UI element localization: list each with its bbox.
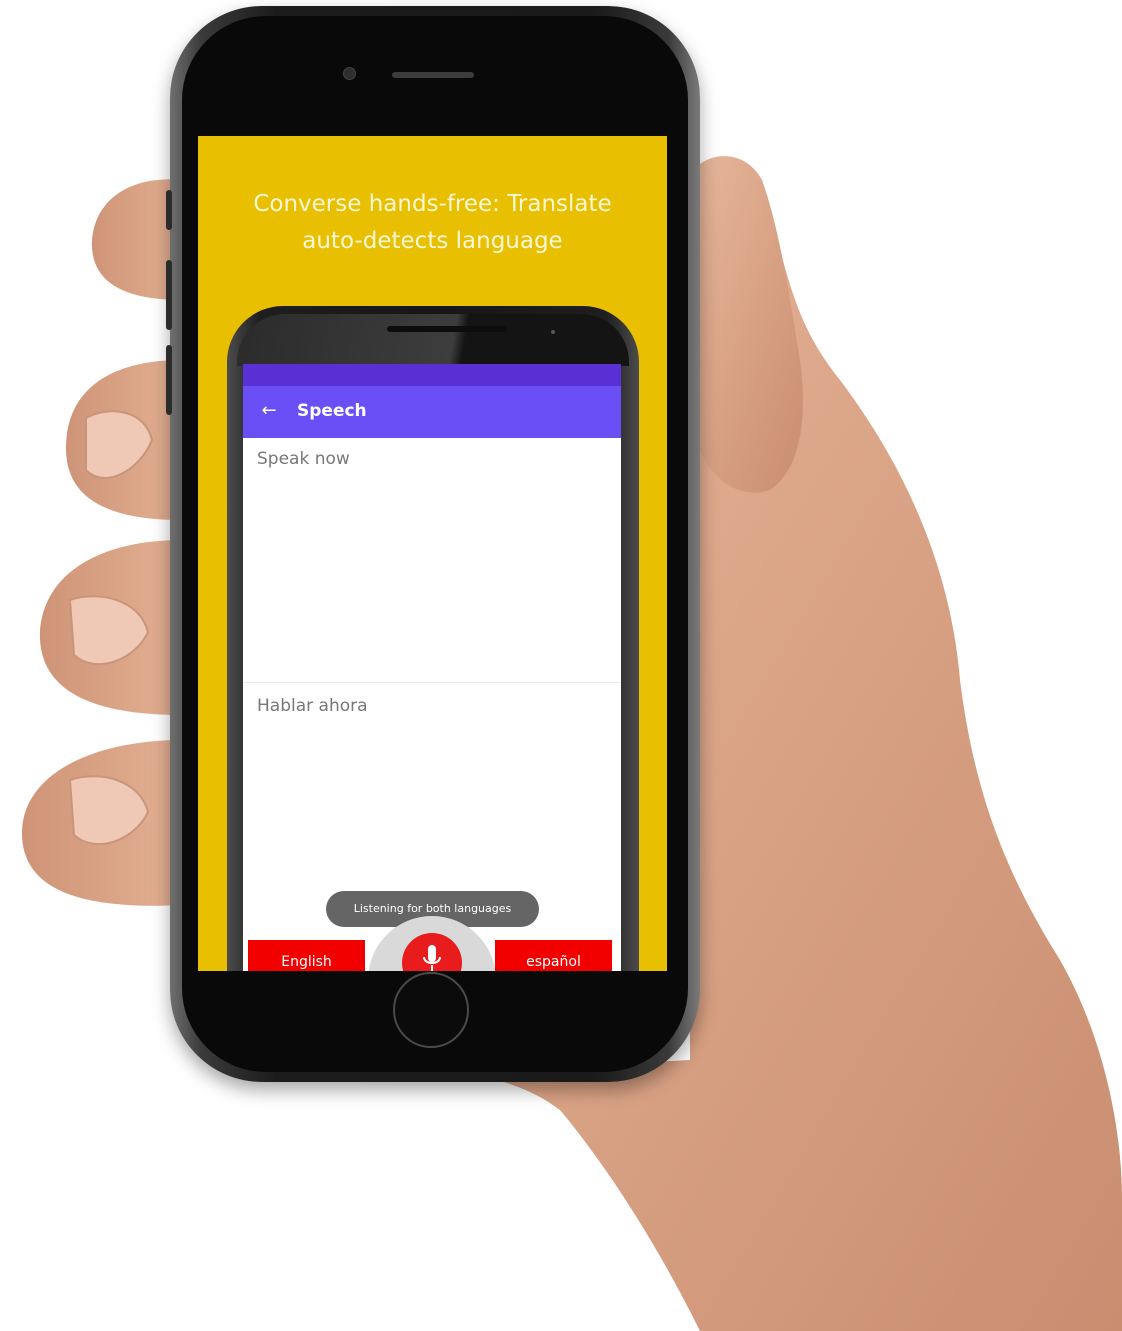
toolbar-title: Speech bbox=[297, 401, 367, 421]
android-speaker bbox=[387, 326, 507, 332]
status-bar bbox=[243, 364, 621, 386]
source-speech-placeholder: Speak now bbox=[257, 449, 350, 469]
android-device-frame: ← Speech Speak now Hablar ahora Listenin… bbox=[227, 306, 639, 971]
promo-scene: Converse hands-free: Translate auto-dete… bbox=[0, 0, 1122, 1331]
earpiece-speaker bbox=[392, 72, 474, 78]
volume-down-button bbox=[166, 345, 172, 415]
translate-app: ← Speech Speak now Hablar ahora Listenin… bbox=[243, 364, 621, 971]
arrow-left-icon[interactable]: ← bbox=[257, 398, 281, 424]
android-top-bezel bbox=[237, 314, 629, 366]
volume-up-button bbox=[166, 260, 172, 330]
front-camera bbox=[343, 67, 356, 80]
home-button[interactable] bbox=[393, 972, 469, 1048]
mute-switch bbox=[166, 190, 172, 230]
promo-headline: Converse hands-free: Translate auto-dete… bbox=[253, 191, 612, 254]
target-speech-placeholder: Hablar ahora bbox=[257, 696, 368, 716]
phone-screen: Converse hands-free: Translate auto-dete… bbox=[198, 136, 667, 971]
app-toolbar: ← Speech bbox=[243, 386, 621, 438]
pane-divider bbox=[243, 682, 621, 683]
microphone-icon bbox=[423, 945, 441, 971]
english-language-button[interactable]: English bbox=[248, 940, 365, 971]
spanish-language-button[interactable]: español bbox=[495, 940, 612, 971]
android-sensor bbox=[551, 330, 555, 334]
